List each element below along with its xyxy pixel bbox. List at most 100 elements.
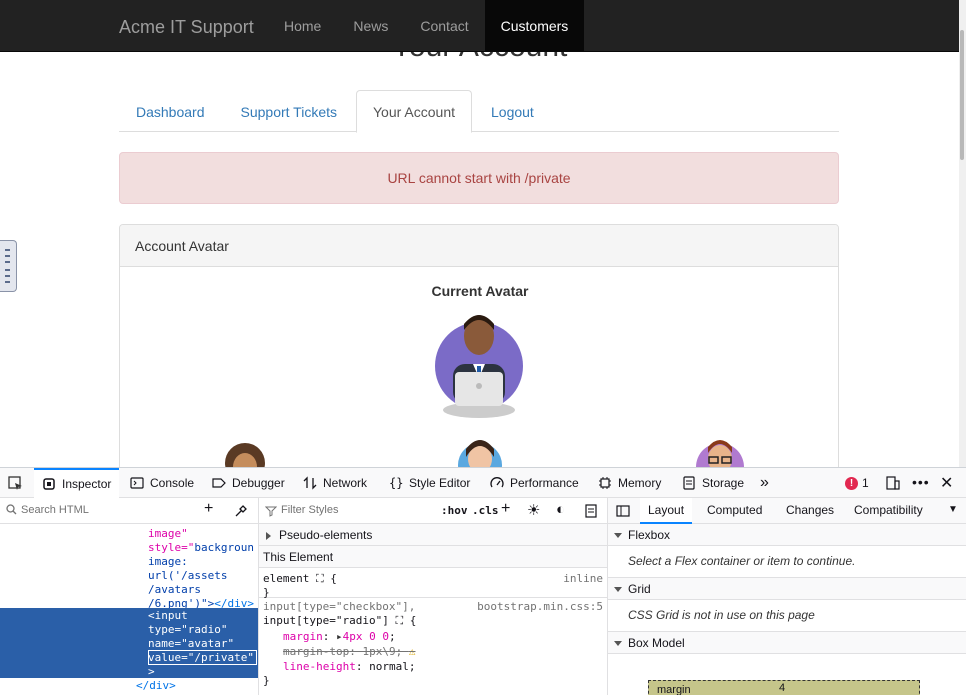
html-line: image: xyxy=(148,555,188,568)
error-counter[interactable]: ! 1 xyxy=(845,476,869,490)
tab-console[interactable]: Console xyxy=(130,468,194,498)
nav-link-customers[interactable]: Customers xyxy=(484,0,585,51)
eyedropper-icon[interactable] xyxy=(234,504,248,518)
flexbox-header[interactable]: Flexbox xyxy=(608,524,966,546)
network-icon xyxy=(303,476,317,490)
html-line: style="backgroun xyxy=(148,541,254,554)
html-search-row: Search HTML + xyxy=(0,498,258,524)
top-navbar: Acme IT Support Home News Contact Custom… xyxy=(0,0,959,52)
pseudo-elements-header[interactable]: Pseudo-elements xyxy=(259,524,607,546)
more-options-icon[interactable]: ••• xyxy=(912,474,930,490)
debugger-icon xyxy=(212,478,226,488)
page-scrollbar[interactable] xyxy=(959,0,966,467)
sidebar-tabs: Layout Computed Changes Compatibility ▼ xyxy=(608,498,966,524)
nav-link-news[interactable]: News xyxy=(337,0,404,51)
close-devtools-icon[interactable]: ✕ xyxy=(940,473,953,493)
error-alert: URL cannot start with /private xyxy=(119,152,839,204)
dark-theme-icon[interactable]: ◐ xyxy=(556,501,565,518)
account-avatar-panel: Account Avatar Current Avatar xyxy=(119,224,839,467)
this-element-header: This Element xyxy=(259,546,607,568)
devtools-toolbar: Inspector Console Debugger Network {} St… xyxy=(0,468,966,498)
responsive-mode-icon[interactable] xyxy=(886,476,900,490)
tab-storage[interactable]: Storage xyxy=(682,468,744,498)
nav-link-contact[interactable]: Contact xyxy=(404,0,484,51)
filter-icon xyxy=(265,506,277,517)
more-tabs-icon[interactable]: » xyxy=(760,468,769,498)
memory-icon xyxy=(599,477,611,489)
element-rule: element ⛶ { inline } xyxy=(259,568,607,599)
html-markup-pane: Search HTML + image" style="backgroun im… xyxy=(0,498,259,695)
tab-your-account[interactable]: Your Account xyxy=(356,90,472,133)
tab-inspector[interactable]: Inspector xyxy=(34,468,120,498)
avatar-option-3[interactable] xyxy=(690,435,750,467)
tab-performance-label: Performance xyxy=(510,476,579,490)
print-media-icon[interactable] xyxy=(585,504,597,518)
screen: Your Account Acme IT Support Home News C… xyxy=(0,0,966,695)
light-theme-icon[interactable]: ☀ xyxy=(527,501,540,519)
tab-memory-label: Memory xyxy=(618,476,662,490)
storage-icon xyxy=(683,476,695,490)
box-model-header[interactable]: Box Model xyxy=(608,632,966,654)
attribute-edit-box[interactable] xyxy=(148,650,257,665)
flexbox-note: Select a Flex container or item to conti… xyxy=(608,546,966,578)
devtools-panel: Inspector Console Debugger Network {} St… xyxy=(0,467,966,695)
console-icon xyxy=(130,477,144,489)
tab-performance[interactable]: Performance xyxy=(490,468,579,498)
grid-note: CSS Grid is not in use on this page xyxy=(608,600,966,632)
selected-node[interactable]: <input type="radio" name="avatar" value=… xyxy=(0,608,258,678)
add-rule-icon[interactable]: + xyxy=(501,500,510,518)
current-avatar-image xyxy=(435,315,523,418)
error-count: 1 xyxy=(862,476,869,490)
tab-debugger[interactable]: Debugger xyxy=(212,468,285,498)
css-declaration[interactable]: margin: ▸4px 0 0; xyxy=(283,630,396,643)
html-line: </div> xyxy=(136,679,176,692)
tab-storage-label: Storage xyxy=(702,476,745,490)
box-model-diagram: margin 4 xyxy=(648,680,920,695)
current-avatar-label: Current Avatar xyxy=(431,283,529,299)
css-declaration[interactable]: line-height: normal; xyxy=(283,660,415,673)
css-rules-pane: Filter Styles :hov .cls + ☀ ◐ Pseudo-ele… xyxy=(259,498,608,695)
grid-header[interactable]: Grid xyxy=(608,578,966,600)
tab-style-editor-label: Style Editor xyxy=(409,476,471,490)
rule-source-link[interactable]: bootstrap.min.css:5 xyxy=(477,600,603,613)
add-node-icon[interactable]: + xyxy=(204,500,213,518)
tab-style-editor[interactable]: {} Style Editor xyxy=(389,468,470,498)
filter-styles-input[interactable]: Filter Styles xyxy=(281,504,338,516)
toggle-sidebar-icon[interactable] xyxy=(616,505,630,517)
checkbox-radio-rule: input[type="checkbox"], bootstrap.min.cs… xyxy=(263,600,603,687)
chevron-down-icon[interactable]: ▼ xyxy=(948,498,958,524)
tab-computed[interactable]: Computed xyxy=(707,498,762,524)
performance-icon xyxy=(490,477,504,488)
account-tabs: Dashboard Support Tickets Your Account L… xyxy=(119,90,839,133)
tab-layout[interactable]: Layout xyxy=(640,498,693,524)
web-page-viewport: Your Account Acme IT Support Home News C… xyxy=(0,0,959,467)
margin-top-value[interactable]: 4 xyxy=(779,682,785,694)
element-rule-source: inline xyxy=(563,572,603,585)
error-icon: ! xyxy=(845,476,858,490)
avatar-option-1[interactable] xyxy=(220,435,270,467)
css-declaration-overridden[interactable]: margin-top: 1px\9; ⚠ xyxy=(283,645,415,658)
rules-toolbar: Filter Styles :hov .cls + ☀ ◐ xyxy=(259,498,607,524)
tab-network[interactable]: Network xyxy=(303,468,367,498)
tab-memory[interactable]: Memory xyxy=(598,468,661,498)
tab-support-tickets[interactable]: Support Tickets xyxy=(224,90,355,132)
nav-link-home[interactable]: Home xyxy=(268,0,337,51)
tab-console-label: Console xyxy=(150,476,195,490)
html-line: /avatars xyxy=(148,583,201,596)
tab-changes[interactable]: Changes xyxy=(786,498,834,524)
style-editor-icon: {} xyxy=(389,476,404,490)
cls-toggle[interactable]: .cls xyxy=(472,504,499,517)
tab-debugger-label: Debugger xyxy=(232,476,285,490)
tab-dashboard[interactable]: Dashboard xyxy=(119,90,222,132)
navbar-brand[interactable]: Acme IT Support xyxy=(119,17,254,38)
tab-compatibility[interactable]: Compatibility xyxy=(854,498,923,524)
html-search-input[interactable]: Search HTML xyxy=(21,504,89,516)
tab-logout[interactable]: Logout xyxy=(474,90,551,132)
search-icon xyxy=(6,504,17,515)
pick-element-icon[interactable] xyxy=(8,476,23,491)
panel-heading: Account Avatar xyxy=(120,225,838,267)
hov-toggle[interactable]: :hov xyxy=(441,504,468,517)
html-line: url('/assets xyxy=(148,569,228,582)
side-drag-handle[interactable] xyxy=(0,240,17,292)
avatar-option-2[interactable] xyxy=(455,435,505,467)
